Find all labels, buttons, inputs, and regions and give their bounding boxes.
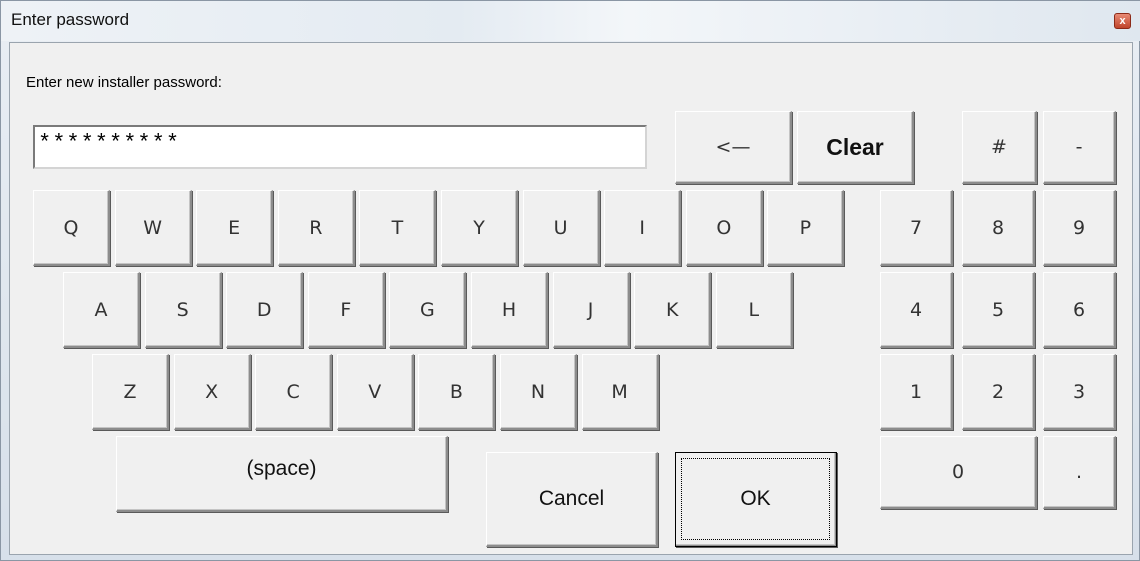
key-8[interactable]: 8 [962,190,1035,266]
key-4[interactable]: 4 [880,272,953,348]
key-o[interactable]: O [685,190,763,266]
key-j[interactable]: J [552,272,630,348]
key-f[interactable]: F [307,272,385,348]
key-9[interactable]: 9 [1043,190,1116,266]
key-z[interactable]: Z [92,354,169,430]
key-0[interactable]: 0 [880,436,1037,509]
key-6[interactable]: 6 [1043,272,1116,348]
key-v[interactable]: V [336,354,414,430]
cancel-button[interactable]: Cancel [486,452,658,547]
key-k[interactable]: K [634,272,712,348]
key-n[interactable]: N [500,354,577,430]
hash-key[interactable]: # [962,111,1037,184]
key-h[interactable]: H [471,272,548,348]
key-dot[interactable]: . [1043,436,1116,509]
key-5[interactable]: 5 [962,272,1035,348]
key-i[interactable]: I [604,190,682,266]
key-s[interactable]: S [144,272,222,348]
key-1[interactable]: 1 [880,354,953,430]
key-r[interactable]: R [277,190,355,266]
space-key[interactable]: (space) [116,436,448,512]
key-2[interactable]: 2 [962,354,1035,430]
key-e[interactable]: E [196,190,274,266]
key-t[interactable]: T [359,190,437,266]
ok-focus-rect [681,458,830,540]
key-y[interactable]: Y [441,190,518,266]
key-a[interactable]: A [63,272,140,348]
key-u[interactable]: U [522,190,600,266]
key-c[interactable]: C [255,354,333,430]
key-b[interactable]: B [418,354,496,430]
key-d[interactable]: D [226,272,304,348]
key-p[interactable]: P [767,190,845,266]
window-title: Enter password [11,10,130,29]
key-7[interactable]: 7 [880,190,953,266]
key-3[interactable]: 3 [1043,354,1116,430]
close-icon[interactable]: x [1114,13,1131,29]
minus-key[interactable]: - [1043,111,1116,184]
key-g[interactable]: G [389,272,467,348]
key-w[interactable]: W [114,190,192,266]
ok-button[interactable]: OK [675,452,837,547]
clear-key[interactable]: Clear [797,111,914,184]
key-m[interactable]: M [581,354,659,430]
title-bar[interactable]: Enter password x [1,1,1140,41]
key-l[interactable]: L [715,272,793,348]
password-field[interactable]: ********** [33,125,647,169]
password-prompt: Enter new installer password: [26,74,222,91]
key-x[interactable]: X [173,354,251,430]
backspace-key[interactable]: <— [675,111,792,184]
key-q[interactable]: Q [33,190,110,266]
